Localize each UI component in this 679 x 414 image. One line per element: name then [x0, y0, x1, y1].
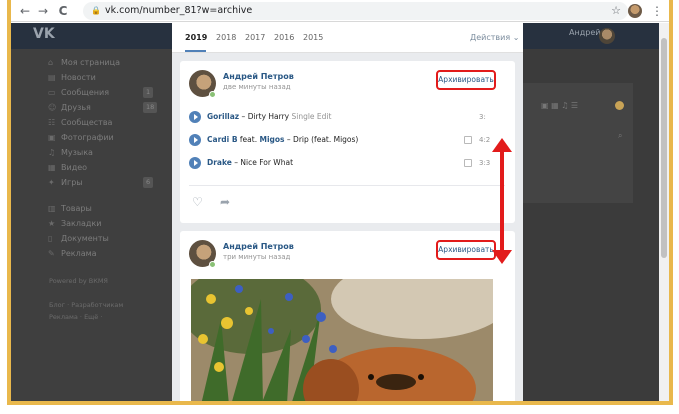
footer-links-1[interactable]: Блог · Разработчикам	[49, 301, 123, 309]
like-icon[interactable]: ♡	[192, 195, 203, 209]
track-title: Dirty Harry	[247, 112, 290, 121]
post-time[interactable]: две минуты назад	[223, 83, 291, 91]
address-bar[interactable]: 🔒 vk.com/number_81?w=archive	[83, 2, 628, 20]
year-tab-2016[interactable]: 2016	[274, 33, 294, 42]
online-indicator	[209, 261, 216, 268]
track-title: Nice For What	[240, 158, 294, 167]
search-icon[interactable]: ⌕	[618, 131, 622, 141]
friends-icon: ☺	[48, 103, 57, 112]
post-author[interactable]: Андрей Петров	[223, 72, 294, 81]
post-time[interactable]: три минуты назад	[223, 253, 290, 261]
actions-dropdown[interactable]: Действия ⌄	[470, 33, 519, 42]
home-icon: ⌂	[48, 58, 54, 67]
track-artist[interactable]: Gorillaz	[207, 112, 239, 121]
archive-post: Андрей Петров три минуты назад Архивиров…	[180, 231, 515, 401]
archive-header: 2019 2018 2017 2016 2015 Действия ⌄	[172, 23, 523, 53]
red-double-arrow-annotation	[492, 138, 512, 264]
music-icon: ♫	[48, 148, 56, 157]
dog-flowers-illustration	[191, 279, 493, 401]
play-icon[interactable]	[189, 134, 201, 146]
messages-icon: ▭	[48, 88, 56, 97]
friends-count: 18	[143, 102, 158, 113]
screenshot-frame: ← → C 🔒 vk.com/number_81?w=archive ☆ ⋮ V…	[7, 0, 673, 405]
audio-track[interactable]: Cardi B feat. Migos – Drip (feat. Migos)…	[189, 132, 499, 148]
lyrics-icon[interactable]	[464, 136, 472, 144]
profile-avatar-icon[interactable]	[628, 4, 642, 18]
footer-links-2[interactable]: Реклама · Ещё ·	[49, 313, 102, 321]
news-icon: ▤	[48, 73, 56, 82]
browser-toolbar: ← → C 🔒 vk.com/number_81?w=archive ☆ ⋮	[11, 0, 669, 22]
toolbar-icons: ▣ ▦ ♫ ☰	[541, 101, 579, 110]
sidebar-item-video[interactable]: ▦ Видео	[48, 162, 87, 174]
header-user-name[interactable]: Андрей	[569, 28, 600, 37]
track-title: Drip (feat. Migos)	[293, 135, 359, 144]
play-icon[interactable]	[189, 157, 201, 169]
year-tab-2017[interactable]: 2017	[245, 33, 265, 42]
scrollbar-thumb[interactable]	[661, 38, 667, 258]
powered-by-text: Powered by ВКМЯ	[49, 277, 108, 285]
sidebar-item-ads[interactable]: ✎ Реклама	[48, 248, 97, 260]
ads-icon: ✎	[48, 249, 55, 258]
games-icon: ✦	[48, 178, 55, 187]
sidebar-item-bookmarks[interactable]: ★ Закладки	[48, 218, 101, 230]
year-tab-2015[interactable]: 2015	[303, 33, 323, 42]
bookmarks-icon: ★	[48, 219, 56, 228]
sidebar-item-music[interactable]: ♫ Музыка	[48, 147, 93, 159]
audio-track[interactable]: Gorillaz – Dirty Harry Single Edit 3:	[189, 109, 499, 125]
year-tab-2019[interactable]: 2019	[185, 33, 207, 42]
lock-icon: 🔒	[91, 6, 101, 15]
sidebar-item-news[interactable]: ▤ Новости	[48, 72, 96, 84]
online-indicator	[209, 91, 216, 98]
audio-track[interactable]: Drake – Nice For What 3:3	[189, 155, 499, 171]
header-avatar[interactable]	[599, 28, 615, 44]
vk-page: VK Андрей ⌂ Моя страница ▤ Новости ▭ Сообще…	[11, 23, 659, 401]
groups-icon: ☷	[48, 118, 56, 127]
sidebar-item-my-page[interactable]: ⌂ Моя страница	[48, 57, 120, 69]
user-avatar-small	[615, 101, 624, 110]
sidebar-item-docs[interactable]: ▯ Документы	[48, 233, 109, 245]
track-artist[interactable]: Cardi B	[207, 135, 238, 144]
post-photo[interactable]	[191, 279, 493, 401]
track-duration: 3:	[479, 113, 486, 121]
back-icon[interactable]: ←	[17, 3, 33, 19]
forward-icon[interactable]: →	[35, 3, 51, 19]
photos-icon: ▣	[48, 133, 56, 142]
right-panel: ▣ ▦ ♫ ☰ ⌕	[523, 83, 633, 203]
share-icon[interactable]: ➦	[220, 195, 230, 209]
post-divider	[189, 185, 505, 186]
active-year-underline	[185, 50, 206, 52]
video-icon: ▦	[48, 163, 56, 172]
archive-modal: 2019 2018 2017 2016 2015 Действия ⌄ Андр…	[172, 23, 523, 401]
games-count: 6	[143, 177, 154, 188]
sidebar-item-friends[interactable]: ☺ Друзья 18	[48, 102, 158, 114]
play-icon[interactable]	[189, 111, 201, 123]
post-author[interactable]: Андрей Петров	[223, 242, 294, 251]
sidebar-item-photos[interactable]: ▣ Фотографии	[48, 132, 114, 144]
docs-icon: ▯	[48, 234, 53, 243]
track-feat-artist[interactable]: Migos	[259, 135, 284, 144]
url-text: vk.com/number_81?w=archive	[105, 5, 253, 16]
reload-icon[interactable]: C	[55, 3, 71, 19]
messages-count: 1	[143, 87, 154, 98]
archive-post: Андрей Петров две минуты назад Архивиров…	[180, 61, 515, 223]
sidebar-item-messages[interactable]: ▭ Сообщения 1	[48, 87, 154, 99]
star-icon[interactable]: ☆	[608, 3, 624, 19]
vk-sidebar: ⌂ Моя страница ▤ Новости ▭ Сообщения 1 ☺ Друз…	[11, 49, 171, 401]
vk-logo[interactable]: VK	[33, 26, 55, 42]
goods-icon: ▥	[48, 204, 56, 213]
track-artist[interactable]: Drake	[207, 158, 232, 167]
sidebar-item-goods[interactable]: ▥ Товары	[48, 203, 92, 215]
menu-icon[interactable]: ⋮	[649, 3, 665, 19]
year-tab-2018[interactable]: 2018	[216, 33, 236, 42]
sidebar-item-groups[interactable]: ☷ Сообщества	[48, 117, 112, 129]
lyrics-icon[interactable]	[464, 159, 472, 167]
archive-button[interactable]: Архивировать	[436, 70, 496, 90]
sidebar-item-games[interactable]: ✦ Игры 6	[48, 177, 154, 189]
